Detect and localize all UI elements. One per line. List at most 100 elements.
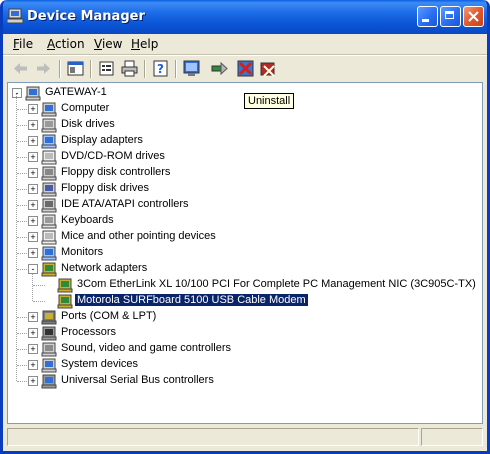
tree-category[interactable]: + Disk drives <box>8 117 482 133</box>
expand-button[interactable]: + <box>28 312 38 322</box>
window-title: Device Manager <box>27 9 145 24</box>
tree-device[interactable]: 3Com EtherLink XL 10/100 PCI For Complet… <box>8 277 482 293</box>
tree-category[interactable]: + Mice and other pointing devices <box>8 229 482 245</box>
tree-category[interactable]: + Processors <box>8 325 482 341</box>
print-icon[interactable] <box>121 60 138 77</box>
tree-guide-line <box>17 189 27 190</box>
tree-category[interactable]: + Sound, video and game controllers <box>8 341 482 357</box>
expand-button[interactable]: + <box>28 216 38 226</box>
tree-node-label: Floppy disk drives <box>61 182 150 194</box>
tree-node-label: Ports (COM & LPT) <box>61 310 157 322</box>
floppy-drive-icon <box>41 182 57 197</box>
expand-button[interactable]: + <box>28 120 38 130</box>
maximize-button[interactable] <box>440 6 461 27</box>
expand-button[interactable]: + <box>28 344 38 354</box>
device-manager-window: Device Manager File Action View Help ? -… <box>0 0 490 454</box>
maximize-icon <box>445 11 454 19</box>
tree-category[interactable]: + Monitors <box>8 245 482 261</box>
menu-help-label: elp <box>140 37 159 51</box>
expand-button[interactable]: + <box>28 360 38 370</box>
tree-category[interactable]: - Network adapters <box>8 261 482 277</box>
minimize-icon <box>422 19 429 22</box>
disk-drive-icon <box>41 118 57 133</box>
menu-action-accelerator: A <box>47 37 55 51</box>
uninstall-icon[interactable] <box>260 60 277 77</box>
tree-category[interactable]: + IDE ATA/ATAPI controllers <box>8 197 482 213</box>
properties-icon[interactable] <box>98 60 115 77</box>
expand-button[interactable]: + <box>28 152 38 162</box>
tree-guide-line <box>33 285 45 286</box>
network-adapter-icon <box>41 262 57 277</box>
collapse-button[interactable]: - <box>28 264 38 274</box>
tree-node-label: Processors <box>61 326 117 338</box>
tree-guide-line <box>17 173 27 174</box>
scan-hardware-icon[interactable] <box>183 60 200 77</box>
expand-button[interactable]: + <box>28 136 38 146</box>
tree-guide-line <box>17 317 27 318</box>
menu-action[interactable]: Action <box>47 37 85 51</box>
menu-bar: File Action View Help <box>3 34 487 54</box>
tree-node-label: GATEWAY-1 <box>45 86 107 98</box>
collapse-button[interactable]: - <box>12 88 22 98</box>
tree-node-label: Monitors <box>61 246 104 258</box>
expand-button[interactable]: + <box>28 200 38 210</box>
expand-button[interactable]: + <box>28 184 38 194</box>
toolbar-separator <box>59 60 61 78</box>
help-icon[interactable]: ? <box>152 60 169 77</box>
tree-node-label: DVD/CD-ROM drives <box>61 150 165 162</box>
tree-guide-line <box>17 109 27 110</box>
tree-node-label: 3Com EtherLink XL 10/100 PCI For Complet… <box>77 278 476 290</box>
expand-button[interactable]: + <box>28 232 38 242</box>
menu-view-accelerator: V <box>94 37 102 51</box>
expand-button[interactable]: + <box>28 328 38 338</box>
tree-guide-line <box>17 141 27 142</box>
menu-action-label: ction <box>55 37 85 51</box>
tree-guide-line <box>17 157 27 158</box>
tree-category[interactable]: + Ports (COM & LPT) <box>8 309 482 325</box>
menu-view[interactable]: View <box>94 37 122 51</box>
expand-button[interactable]: + <box>28 168 38 178</box>
toolbar-separator <box>144 60 146 78</box>
menu-help-accelerator: H <box>131 37 141 51</box>
tree-guide-line <box>17 237 27 238</box>
tree-category[interactable]: + Floppy disk controllers <box>8 165 482 181</box>
floppy-controller-icon <box>41 166 57 181</box>
expand-button[interactable]: + <box>28 248 38 258</box>
tree-category[interactable]: + DVD/CD-ROM drives <box>8 149 482 165</box>
monitor-icon <box>41 246 57 261</box>
menu-help[interactable]: Help <box>131 37 158 51</box>
show-hide-tree-icon[interactable] <box>67 60 84 77</box>
device-tree[interactable]: - GATEWAY-1 + Computer + Disk drives + Display … <box>7 82 483 424</box>
tree-category[interactable]: + Floppy disk drives <box>8 181 482 197</box>
update-driver-icon[interactable] <box>211 60 228 77</box>
tree-category[interactable]: + Display adapters <box>8 133 482 149</box>
expand-button[interactable]: + <box>28 104 38 114</box>
disable-icon[interactable] <box>237 60 254 77</box>
cdrom-icon <box>41 150 57 165</box>
system-device-icon <box>41 358 57 373</box>
menu-file[interactable]: File <box>13 37 33 51</box>
tree-device[interactable]: Motorola SURFboard 5100 USB Cable Modem <box>8 293 482 309</box>
network-card-icon <box>57 278 73 293</box>
tree-node-label: Network adapters <box>61 262 148 274</box>
menu-file-label: ile <box>19 37 34 51</box>
status-pane-main <box>7 428 419 446</box>
expand-button[interactable]: + <box>28 376 38 386</box>
forward-icon[interactable] <box>35 60 52 77</box>
computer-icon <box>7 8 24 24</box>
tree-node-label: IDE ATA/ATAPI controllers <box>61 198 189 210</box>
tree-guide-line <box>32 274 33 301</box>
minimize-button[interactable] <box>417 6 438 27</box>
tree-node-label: Computer <box>61 102 110 114</box>
tree-category[interactable]: + Keyboards <box>8 213 482 229</box>
close-button[interactable] <box>463 6 484 27</box>
tree-node-label: Keyboards <box>61 214 114 226</box>
toolbar-separator <box>175 60 177 78</box>
keyboard-icon <box>41 214 57 229</box>
title-bar[interactable]: Device Manager <box>3 0 487 34</box>
tree-guide-line <box>17 205 27 206</box>
tree-category[interactable]: + Universal Serial Bus controllers <box>8 373 482 389</box>
back-icon[interactable] <box>12 60 29 77</box>
tree-category[interactable]: + System devices <box>8 357 482 373</box>
tree-guide-line <box>17 221 27 222</box>
